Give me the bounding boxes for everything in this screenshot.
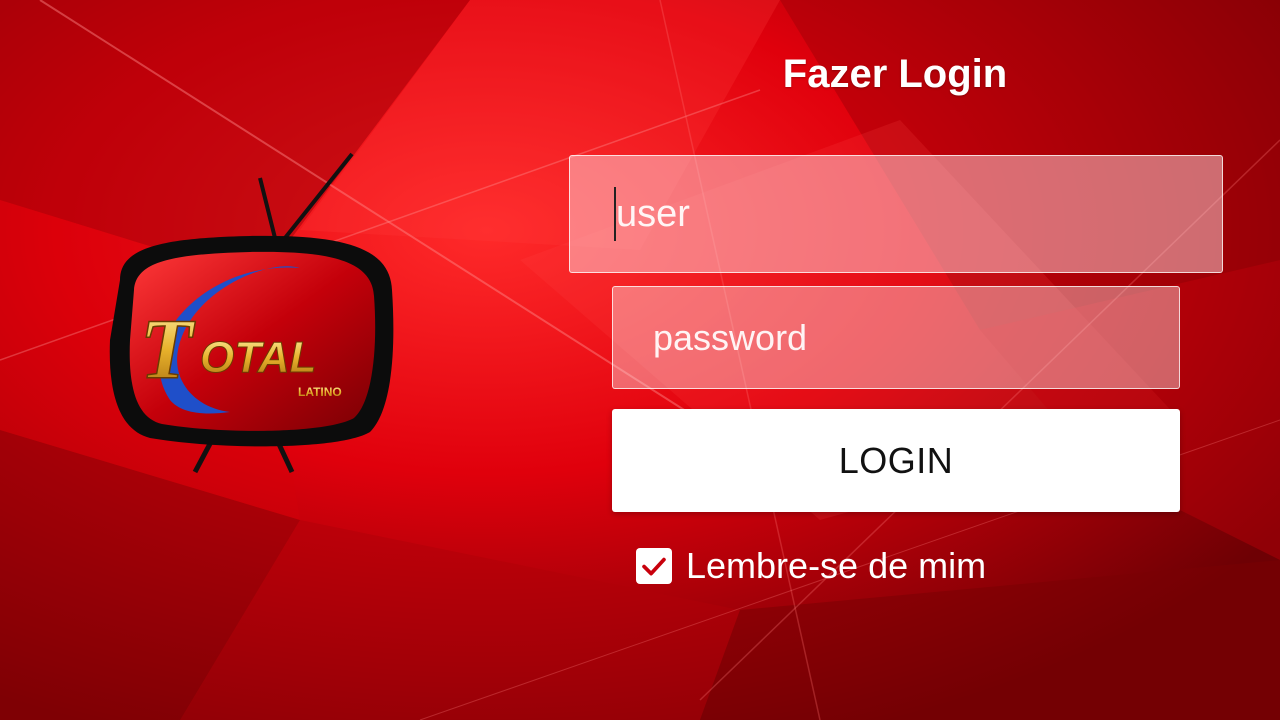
- login-button[interactable]: LOGIN: [612, 409, 1180, 512]
- remember-me-label: Lembre-se de mim: [686, 545, 987, 586]
- svg-text:OTAL: OTAL: [200, 333, 317, 382]
- password-input[interactable]: [612, 286, 1180, 389]
- remember-me-toggle[interactable]: Lembre-se de mim: [636, 545, 986, 587]
- page-title: Fazer Login: [782, 52, 1008, 96]
- remember-me-checkbox[interactable]: [636, 548, 672, 584]
- tv-logo-icon: T OTAL LATINO: [109, 152, 394, 474]
- svg-text:LATINO: LATINO: [298, 385, 342, 399]
- text-caret: [614, 187, 616, 241]
- svg-text:T: T: [140, 301, 196, 397]
- user-input[interactable]: [569, 155, 1223, 273]
- checkmark-icon: [642, 557, 666, 576]
